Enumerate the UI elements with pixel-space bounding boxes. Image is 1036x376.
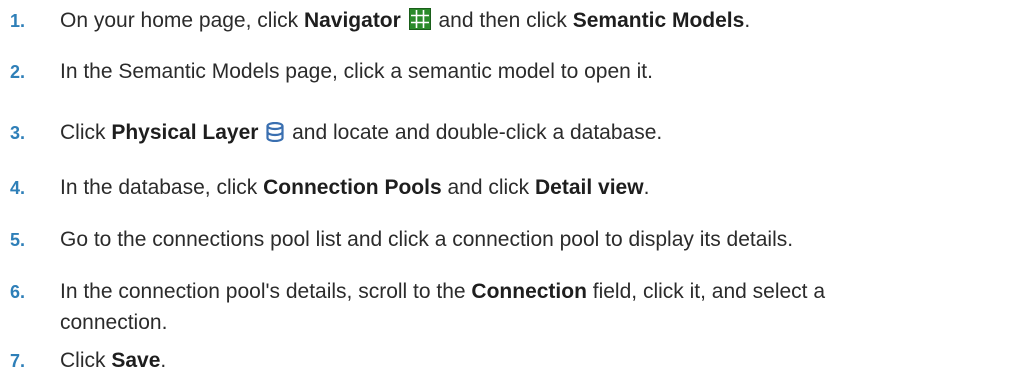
- step-number: 5.: [10, 230, 26, 250]
- step-number: 2.: [10, 62, 26, 82]
- physical-layer-database-icon: [266, 122, 284, 142]
- detail-view-label: Detail view: [535, 176, 644, 199]
- step-text: Go to the connections pool list and clic…: [60, 228, 794, 251]
- step-text: In the database, click Connection Pools …: [60, 176, 650, 199]
- physical-layer-label: Physical Layer: [111, 121, 259, 144]
- step-text: On your home page, click Navigator and t…: [60, 8, 751, 32]
- step-number: 1.: [10, 11, 26, 31]
- step-number: 3.: [10, 123, 26, 143]
- navigator-grid-icon: [408, 8, 431, 30]
- connection-field-label: Connection: [471, 280, 587, 303]
- step-text: Click Physical Layer and locate and doub…: [60, 121, 663, 144]
- step-text: In the connection pool's details, scroll…: [60, 280, 826, 303]
- step-number: 4.: [10, 178, 26, 198]
- procedure-steps-list: 1. On your home page, click Navigator an…: [0, 0, 1036, 372]
- step-number: 6.: [10, 282, 26, 302]
- step-text: In the Semantic Models page, click a sem…: [60, 60, 653, 83]
- connection-pools-label: Connection Pools: [263, 176, 442, 199]
- semantic-models-label: Semantic Models: [572, 9, 745, 32]
- step-text-continuation: connection.: [60, 311, 168, 334]
- navigator-label: Navigator: [303, 9, 401, 32]
- save-label: Save: [111, 349, 161, 372]
